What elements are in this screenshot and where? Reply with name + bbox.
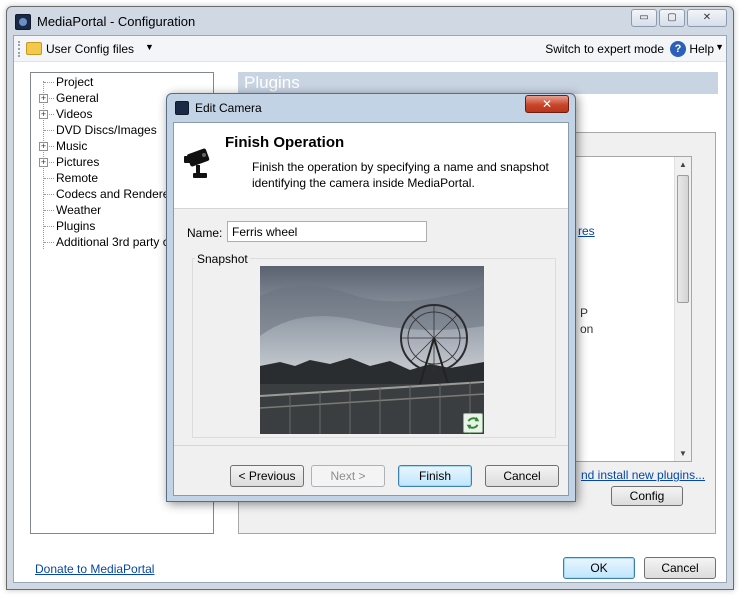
dialog-header: Finish Operation Finish the operation by…	[174, 123, 568, 209]
expand-icon[interactable]: +	[39, 110, 48, 119]
dialog-heading: Finish Operation	[225, 134, 345, 151]
camera-name-input[interactable]	[227, 221, 427, 242]
dialog-description: Finish the operation by specifying a nam…	[252, 160, 549, 190]
title-bar[interactable]: MediaPortal - Configuration ▭ ▢ ✕	[7, 7, 733, 35]
next-button[interactable]: Next >	[311, 465, 385, 487]
tree-connector	[44, 210, 54, 211]
dialog-separator	[174, 445, 568, 446]
expand-icon[interactable]: +	[39, 142, 48, 151]
tree-item-label: Codecs and Renderer	[56, 187, 174, 201]
tree-item-label: Remote	[56, 171, 99, 185]
tree-connector	[44, 194, 54, 195]
mediaportal-icon	[175, 101, 189, 115]
toolbar-grip-icon	[18, 41, 21, 57]
tree-connector	[44, 130, 54, 131]
tree-item-label: Project	[56, 75, 94, 89]
donate-link[interactable]: Donate to MediaPortal	[35, 562, 154, 576]
window-title: MediaPortal - Configuration	[37, 14, 196, 29]
toolbar: User Config files ▼ Switch to expert mod…	[14, 36, 726, 62]
finish-button[interactable]: Finish	[398, 465, 472, 487]
tree-item-label: General	[56, 91, 99, 105]
tree-connector	[44, 178, 54, 179]
tree-item-label: Pictures	[56, 155, 100, 169]
edit-camera-dialog: Edit Camera ✕ Finish Operation Finish th…	[166, 93, 576, 502]
previous-button[interactable]: < Previous	[230, 465, 304, 487]
tree-item-label: Plugins	[56, 219, 96, 233]
expand-icon[interactable]: +	[39, 94, 48, 103]
ok-button[interactable]: OK	[563, 557, 635, 579]
tree-item-label: DVD Discs/Images	[56, 123, 157, 137]
dropdown-arrow-icon[interactable]: ▼	[145, 42, 154, 52]
dialog-client-area: Finish Operation Finish the operation by…	[173, 122, 569, 496]
name-label: Name:	[187, 226, 223, 240]
dialog-close-button[interactable]: ✕	[525, 95, 569, 113]
help-dropdown-arrow-icon[interactable]: ▼	[715, 42, 724, 52]
dialog-title-bar[interactable]: Edit Camera ✕	[167, 94, 575, 120]
tree-connector	[44, 82, 54, 83]
plugins-title: Plugins	[244, 73, 300, 92]
folder-icon[interactable]	[26, 42, 42, 55]
snapshot-label: Snapshot	[195, 252, 250, 266]
tree-item-label: Music	[56, 139, 88, 153]
expand-icon[interactable]: +	[39, 158, 48, 167]
security-camera-icon	[184, 148, 210, 178]
dialog-cancel-button[interactable]: Cancel	[485, 465, 559, 487]
tree-item-label: Additional 3rd party che	[56, 235, 183, 249]
tree-connector	[44, 226, 54, 227]
install-plugins-link[interactable]: nd install new plugins...	[581, 468, 705, 482]
config-button[interactable]: Config	[611, 486, 683, 506]
minimize-button[interactable]: ▭	[631, 9, 657, 27]
dialog-title: Edit Camera	[195, 101, 262, 115]
user-config-files-menu[interactable]: User Config files	[46, 42, 134, 56]
mediaportal-icon	[15, 14, 31, 30]
plugin-partial-text: on	[580, 322, 594, 336]
scroll-down-icon[interactable]: ▼	[679, 449, 687, 458]
help-button[interactable]: Help	[689, 42, 714, 56]
scroll-up-icon[interactable]: ▲	[679, 160, 687, 169]
tree-connector	[44, 242, 54, 243]
tree-item-label: Videos	[56, 107, 93, 121]
maximize-button[interactable]: ▢	[659, 9, 685, 27]
plugins-list-scrollbar[interactable]: ▲ ▼	[674, 157, 691, 461]
refresh-snapshot-icon[interactable]	[463, 413, 483, 433]
cancel-button[interactable]: Cancel	[644, 557, 716, 579]
switch-expert-mode-button[interactable]: Switch to expert mode	[545, 42, 664, 56]
help-icon[interactable]: ?	[670, 41, 686, 57]
plugin-partial-text: P	[580, 306, 589, 320]
plugins-header: Plugins	[238, 72, 718, 94]
close-button[interactable]: ✕	[687, 9, 727, 27]
scroll-thumb[interactable]	[677, 175, 689, 303]
tree-item-label: Weather	[56, 203, 102, 217]
camera-snapshot-image	[260, 266, 484, 434]
plugin-partial-link[interactable]: res	[578, 224, 595, 238]
